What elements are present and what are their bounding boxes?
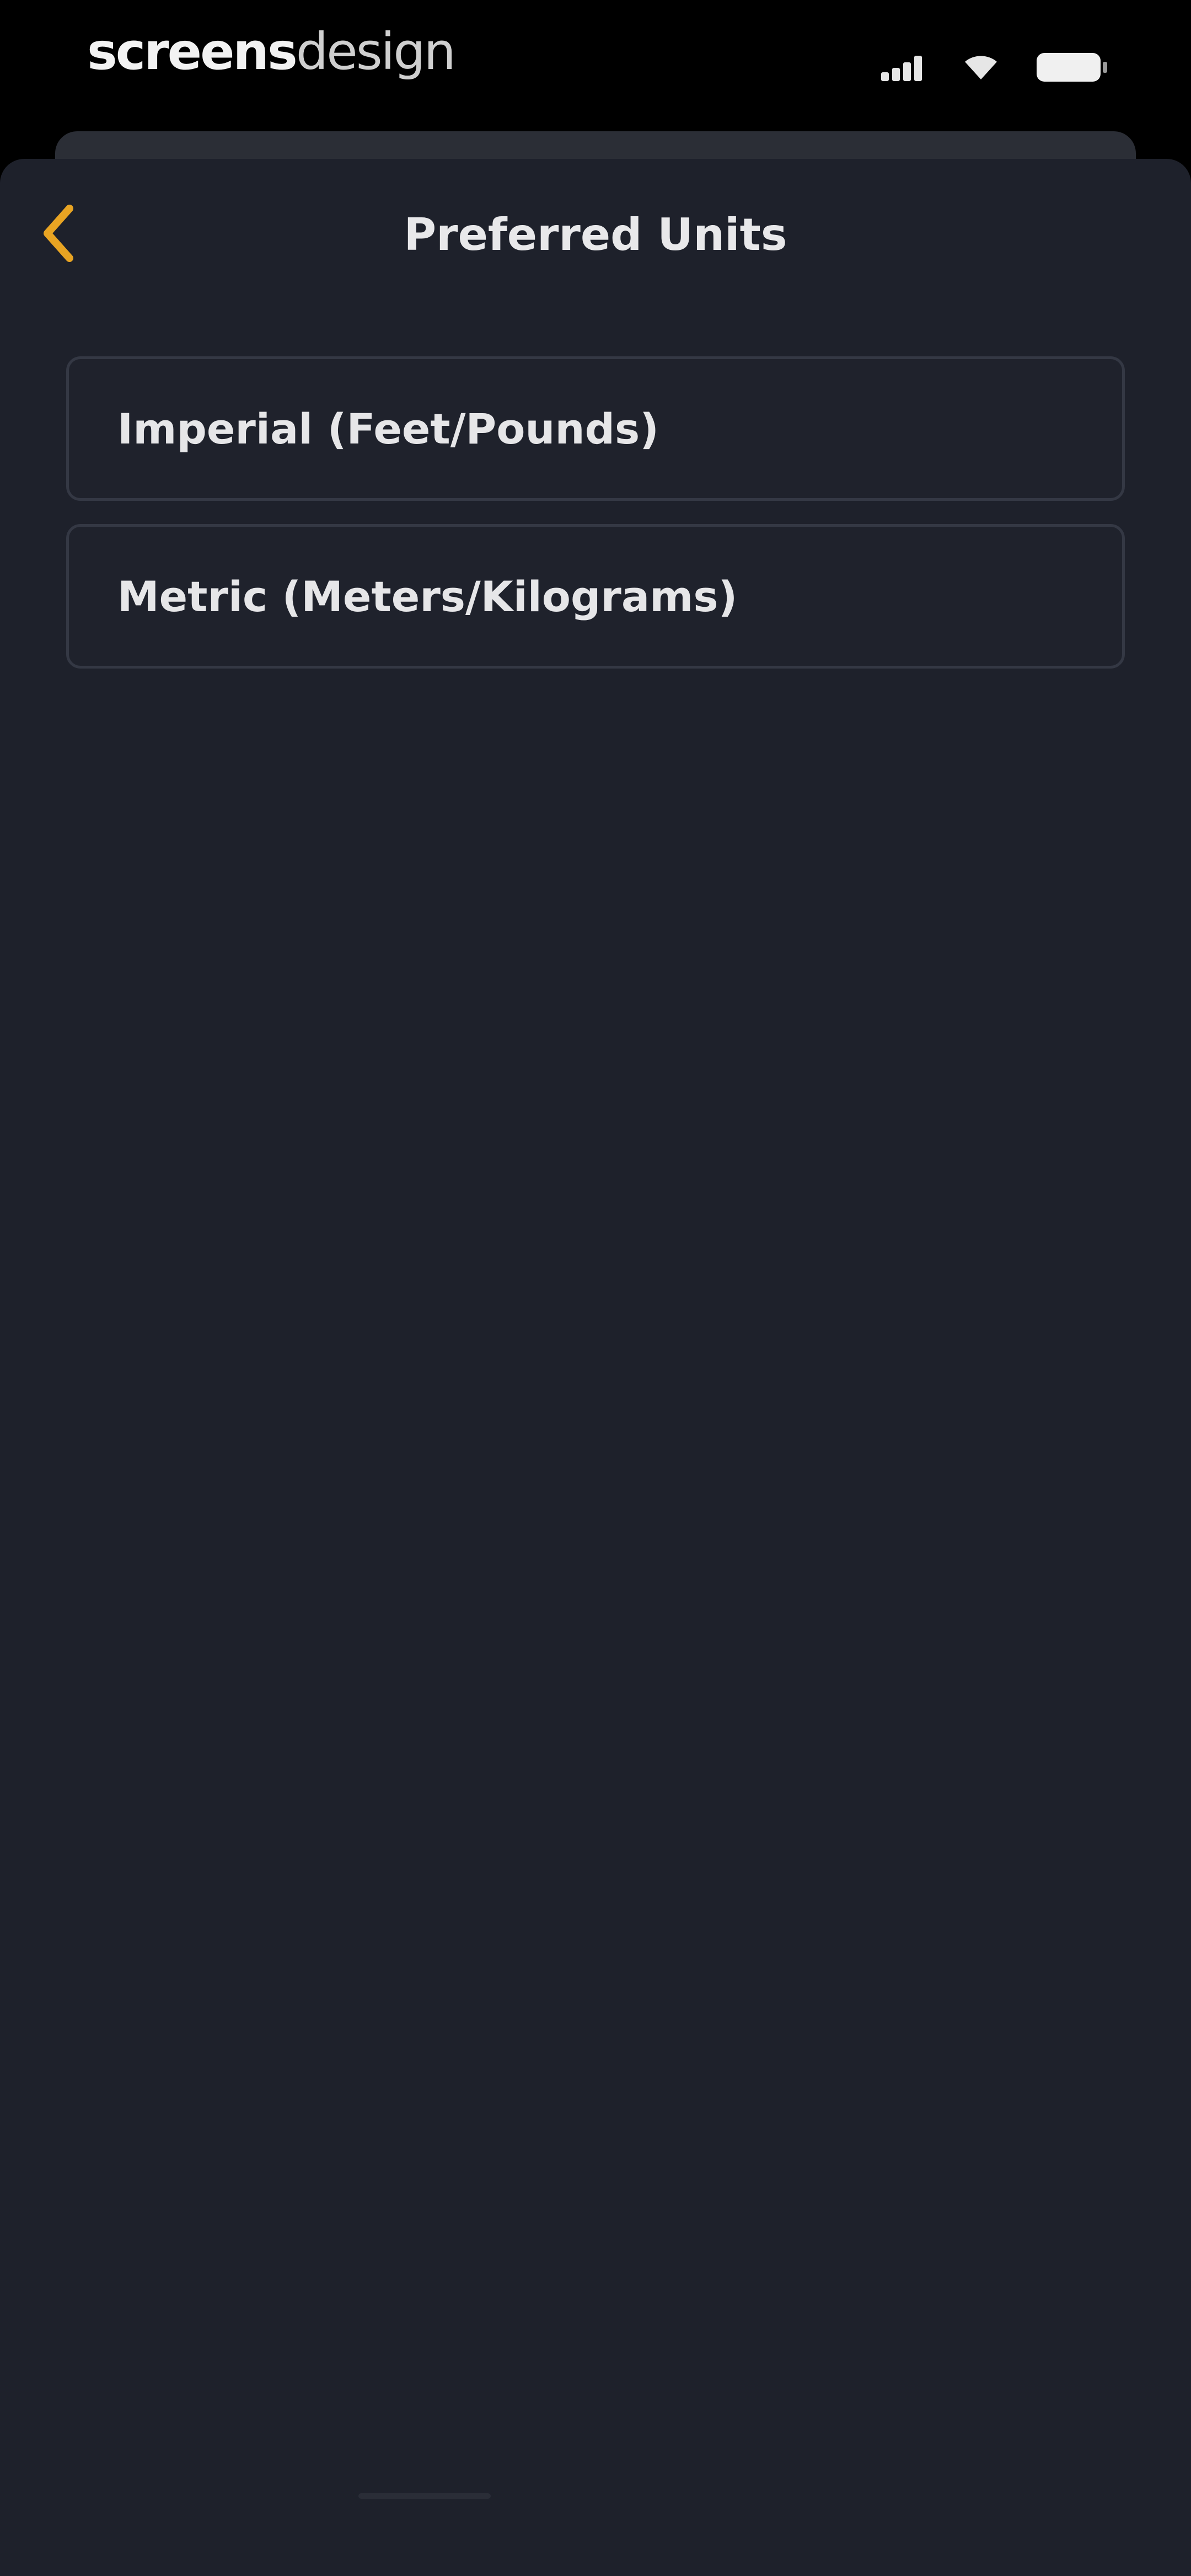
option-metric-label: Metric (Meters/Kilograms) (117, 571, 738, 621)
status-bar: screensdesign (0, 0, 1191, 132)
status-icons (881, 51, 1108, 84)
option-imperial[interactable]: Imperial (Feet/Pounds) (66, 356, 1125, 501)
signal-icon (881, 56, 922, 81)
option-metric[interactable]: Metric (Meters/Kilograms) (66, 524, 1125, 669)
brand-light-text: design (296, 22, 456, 81)
option-imperial-label: Imperial (Feet/Pounds) (117, 404, 659, 453)
wifi-icon (965, 56, 997, 79)
brand-strong-text: screens (87, 22, 298, 81)
page-title: Preferred Units (404, 209, 787, 260)
navigation-bar: Preferred Units (0, 159, 1191, 319)
home-indicator (358, 2493, 491, 2499)
brand-watermark: screensdesign (87, 26, 456, 77)
app-screen: screensdesign Preferred Units Imperial (… (0, 0, 1191, 2576)
units-option-list: Imperial (Feet/Pounds) Metric (Meters/Ki… (66, 356, 1125, 692)
battery-icon (1037, 53, 1107, 82)
preferred-units-sheet: Preferred Units Imperial (Feet/Pounds) M… (0, 159, 1191, 2576)
